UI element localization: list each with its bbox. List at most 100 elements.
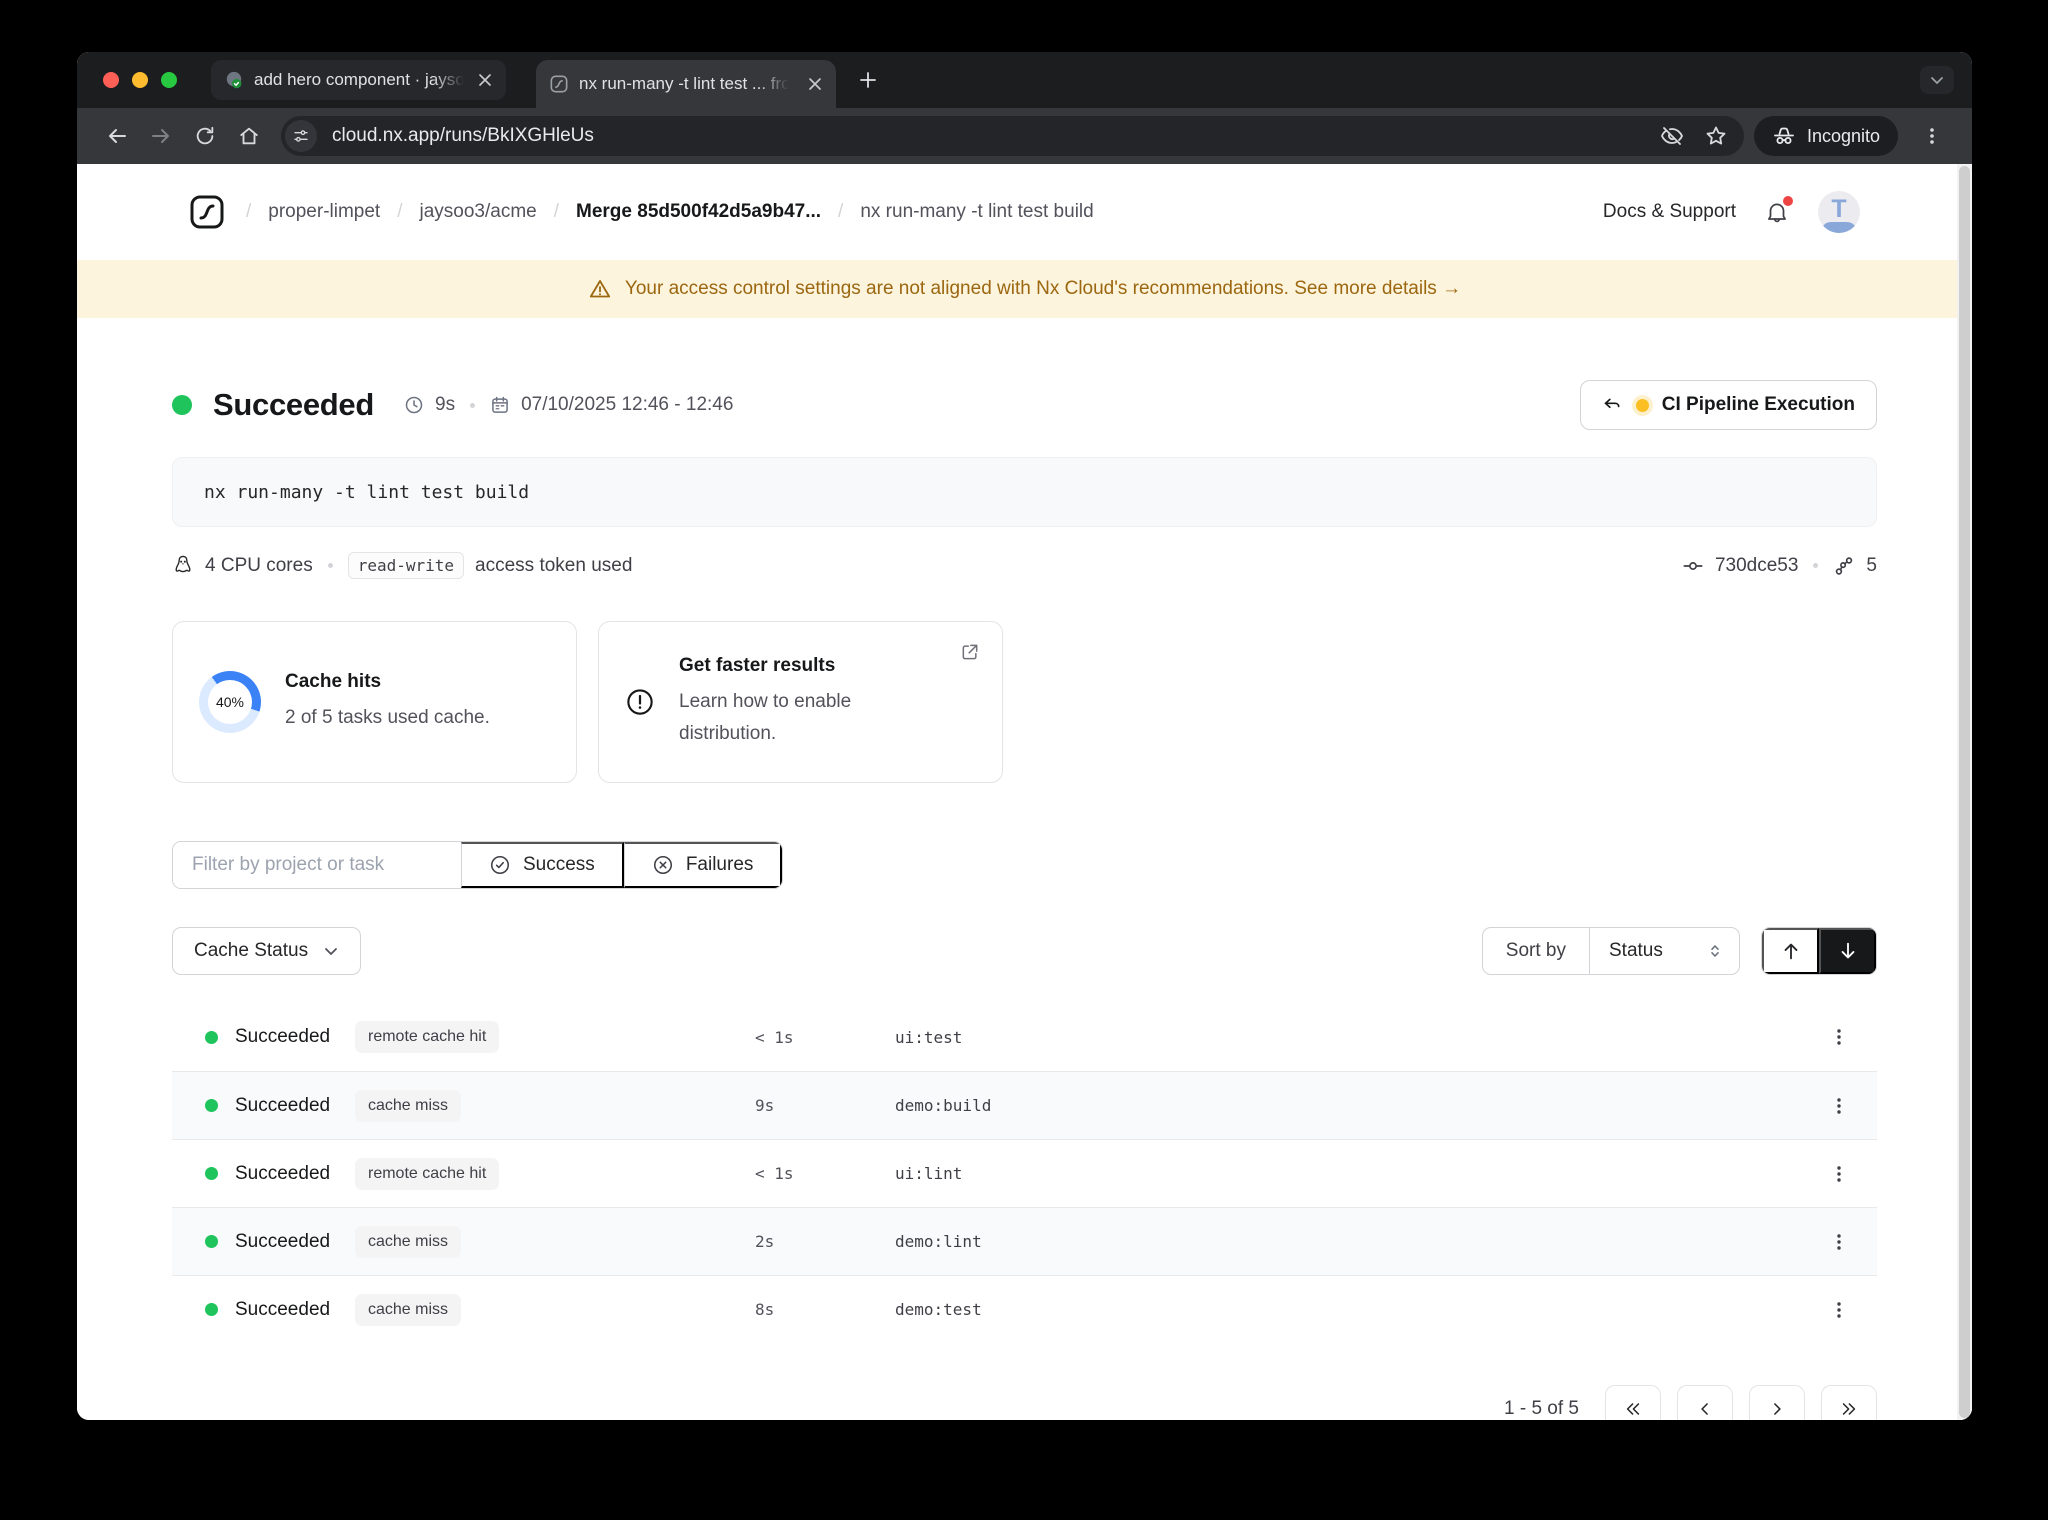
pagination-label: 1 - 5 of 5 xyxy=(1504,1398,1579,1419)
maximize-window-button[interactable] xyxy=(161,72,177,88)
ci-pipeline-execution-button[interactable]: CI Pipeline Execution xyxy=(1579,380,1877,430)
task-target: ui:test xyxy=(895,1027,963,1047)
notification-dot xyxy=(1783,196,1793,206)
clock-icon xyxy=(404,395,424,415)
distribution-card-body: Learn how to enable distribution. xyxy=(679,691,852,744)
reload-icon[interactable] xyxy=(183,114,227,158)
calendar-icon xyxy=(490,395,510,415)
commit-sha[interactable]: 730dce53 xyxy=(1715,555,1798,577)
external-link-icon[interactable] xyxy=(960,642,980,662)
filter-input[interactable] xyxy=(173,842,461,888)
chevrons-updown-icon xyxy=(1707,943,1723,959)
tab-github-pr[interactable]: add hero component · jaysoo xyxy=(211,60,506,100)
cache-hits-card: 40% Cache hits 2 of 5 tasks used cache. xyxy=(172,621,577,783)
sort-by-group: Sort by Status xyxy=(1481,927,1740,975)
commit-icon xyxy=(1682,555,1704,577)
site-settings-icon[interactable] xyxy=(285,120,317,152)
table-row[interactable]: Succeeded cache miss 2s demo:lint xyxy=(172,1207,1877,1275)
bookmark-star-icon[interactable] xyxy=(1704,124,1728,148)
first-page-button[interactable] xyxy=(1605,1385,1661,1420)
table-row[interactable]: Succeeded remote cache hit < 1s ui:test xyxy=(172,1003,1877,1071)
notifications-bell-icon[interactable] xyxy=(1764,196,1793,225)
status-dot xyxy=(205,1303,218,1316)
access-token-suffix: access token used xyxy=(475,554,633,576)
forward-icon[interactable] xyxy=(139,114,183,158)
status-dot xyxy=(205,1235,218,1248)
sort-field-select[interactable]: Status xyxy=(1589,928,1739,974)
cache-card-title: Cache hits xyxy=(285,670,382,692)
tab-strip: add hero component · jaysoo nx run-many … xyxy=(77,52,1972,108)
address-bar[interactable]: cloud.nx.app/runs/BkIXGHleUs xyxy=(281,116,1744,156)
breadcrumb-merge-commit[interactable]: Merge 85d500f42d5a9b47... xyxy=(576,201,821,223)
sort-ascending-button[interactable] xyxy=(1762,928,1819,974)
distribution-card[interactable]: Get faster results Learn how to enable d… xyxy=(598,621,1003,783)
cache-status-dropdown[interactable]: Cache Status xyxy=(172,927,362,975)
home-icon[interactable] xyxy=(227,114,271,158)
close-window-button[interactable] xyxy=(103,72,119,88)
breadcrumb-run[interactable]: nx run-many -t lint test build xyxy=(860,201,1093,223)
previous-page-button[interactable] xyxy=(1677,1385,1733,1420)
privacy-eye-off-icon[interactable] xyxy=(1660,124,1684,148)
incognito-badge: Incognito xyxy=(1753,116,1898,156)
branch-count[interactable]: 5 xyxy=(1866,555,1877,577)
failures-filter-button[interactable]: Failures xyxy=(623,842,783,888)
nx-logo-icon[interactable] xyxy=(189,194,225,230)
table-row[interactable]: Succeeded cache miss 8s demo:test xyxy=(172,1275,1877,1343)
tab-search-button[interactable] xyxy=(1920,66,1954,94)
close-tab-icon[interactable] xyxy=(808,77,822,91)
cache-badge: remote cache hit xyxy=(355,1157,500,1190)
row-menu-icon[interactable] xyxy=(1829,1096,1849,1116)
status-dot xyxy=(172,395,192,415)
avatar[interactable]: T xyxy=(1818,191,1860,233)
browser-window: add hero component · jaysoo nx run-many … xyxy=(77,52,1972,1420)
task-target: ui:lint xyxy=(895,1164,963,1183)
minimize-window-button[interactable] xyxy=(132,72,148,88)
new-tab-button[interactable] xyxy=(858,70,878,90)
row-menu-icon[interactable] xyxy=(1829,1164,1849,1184)
browser-menu-icon[interactable] xyxy=(1910,114,1954,158)
last-page-button[interactable] xyxy=(1821,1385,1877,1420)
scrollbar[interactable] xyxy=(1957,164,1972,1420)
sort-row: Cache Status Sort by Status xyxy=(172,927,1877,975)
tab-nx-run[interactable]: nx run-many -t lint test ... fro xyxy=(536,60,836,108)
task-duration: 8s xyxy=(755,1300,775,1319)
row-menu-icon[interactable] xyxy=(1829,1027,1849,1047)
close-tab-icon[interactable] xyxy=(478,73,492,87)
distribution-card-title: Get faster results xyxy=(679,655,836,677)
run-command: nx run-many -t lint test build xyxy=(172,457,1877,527)
run-status-row: Succeeded 9s 07/10/2025 12:46 - 12:46 CI… xyxy=(172,380,1877,430)
table-row[interactable]: Succeeded cache miss 9s demo:build xyxy=(172,1071,1877,1139)
linux-tux-icon xyxy=(172,554,194,578)
cache-badge: cache miss xyxy=(355,1225,462,1258)
task-duration: 9s xyxy=(755,1096,775,1115)
table-row[interactable]: Succeeded remote cache hit < 1s ui:lint xyxy=(172,1139,1877,1207)
row-menu-icon[interactable] xyxy=(1829,1300,1849,1320)
site-header: / proper-limpet / jaysoo3/acme / Merge 8… xyxy=(77,164,1972,260)
docs-support-link[interactable]: Docs & Support xyxy=(1603,201,1736,223)
row-menu-icon[interactable] xyxy=(1829,1232,1849,1252)
task-duration: 2s xyxy=(755,1232,775,1251)
summary-cards: 40% Cache hits 2 of 5 tasks used cache. xyxy=(172,621,1877,783)
cache-donut-chart: 40% xyxy=(199,671,261,733)
banner-text[interactable]: Your access control settings are not ali… xyxy=(625,278,1461,300)
url-text[interactable]: cloud.nx.app/runs/BkIXGHleUs xyxy=(332,125,1660,147)
breadcrumb-workspace[interactable]: proper-limpet xyxy=(268,201,380,223)
x-circle-icon xyxy=(652,854,674,876)
success-filter-button[interactable]: Success xyxy=(461,842,624,888)
cache-percent: 40% xyxy=(215,694,245,710)
cpu-cores: 4 CPU cores xyxy=(205,554,313,576)
task-target: demo:lint xyxy=(895,1232,982,1251)
tab-title: add hero component · jaysoo xyxy=(254,70,464,89)
access-control-warning-banner[interactable]: Your access control settings are not ali… xyxy=(77,260,1972,318)
cache-badge: remote cache hit xyxy=(355,1021,500,1053)
nx-favicon-icon xyxy=(550,75,568,93)
info-circle-icon xyxy=(625,687,655,717)
scrollbar-thumb[interactable] xyxy=(1959,166,1970,1418)
status-dot xyxy=(205,1099,218,1112)
sort-descending-button[interactable] xyxy=(1819,928,1876,974)
cache-badge: cache miss xyxy=(355,1293,462,1326)
next-page-button[interactable] xyxy=(1749,1385,1805,1420)
back-icon[interactable] xyxy=(95,114,139,158)
run-timerange: 07/10/2025 12:46 - 12:46 xyxy=(521,394,734,415)
breadcrumb-repo[interactable]: jaysoo3/acme xyxy=(420,201,537,223)
